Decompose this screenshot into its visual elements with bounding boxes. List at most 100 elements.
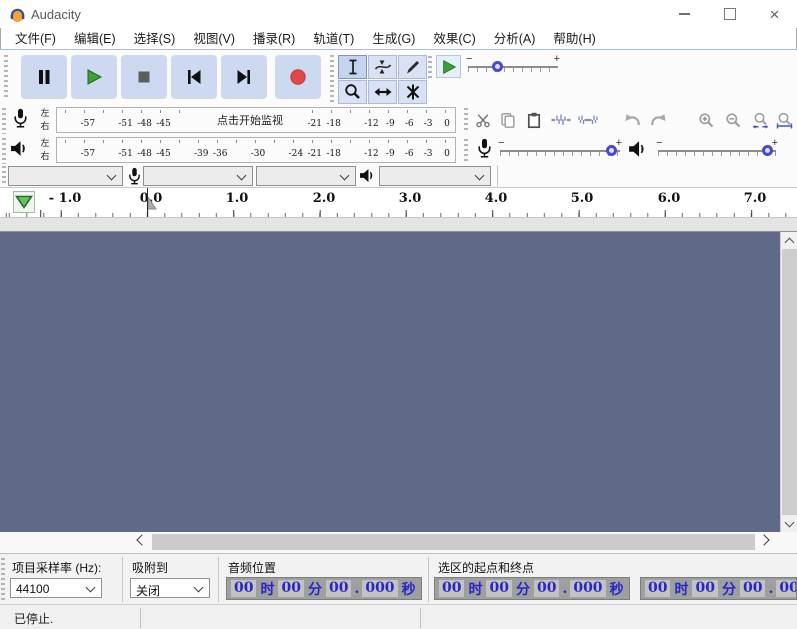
time-digit-cell[interactable]: 00	[439, 580, 464, 597]
window-title: Audacity	[31, 7, 81, 22]
monitor-overlay-text[interactable]: 点击开始监视	[192, 109, 307, 131]
menu-item-tracks[interactable]: 轨道(T)	[304, 29, 363, 49]
record-button[interactable]	[275, 55, 321, 99]
minimize-button[interactable]	[662, 0, 707, 28]
stop-button[interactable]	[121, 55, 167, 99]
time-digit-cell[interactable]: 000	[776, 580, 797, 597]
recording-channels-select[interactable]	[256, 166, 356, 186]
copy-button[interactable]	[496, 107, 520, 133]
time-digit-cell[interactable]: 00	[740, 580, 765, 597]
zoom-in-button[interactable]	[694, 107, 718, 133]
project-rate-select[interactable]: 44100	[10, 578, 102, 598]
zoom-tool-button[interactable]	[338, 80, 367, 104]
time-digit-cell[interactable]: 00	[692, 580, 717, 597]
zoom-out-button[interactable]	[721, 107, 745, 133]
horizontal-scrollbar[interactable]	[0, 532, 797, 553]
recording-meter[interactable]: -57 -51 -48 -45 -39 -36 -30 -24 -21 -18 …	[56, 107, 456, 133]
playback-volume-thumb[interactable]	[762, 145, 773, 156]
scroll-down-button[interactable]	[781, 515, 797, 532]
paste-button[interactable]	[522, 107, 546, 133]
speed-slider-thumb[interactable]	[492, 61, 503, 72]
time-format-dropdown[interactable]: ▾	[629, 578, 630, 599]
time-digit-cell[interactable]: 000	[570, 580, 605, 597]
recording-device-select[interactable]	[143, 166, 253, 186]
timeline-ruler[interactable]: - 1.0 0.0 1.0 2.0 3.0 4.0 5.0 6.0 7.0	[0, 188, 797, 217]
recording-volume-thumb[interactable]	[606, 145, 617, 156]
edit-toolbar-grip[interactable]	[464, 108, 468, 133]
menu-item-file[interactable]: 文件(F)	[6, 29, 65, 49]
time-digit-cell[interactable]: 000	[362, 580, 397, 597]
audio-host-select[interactable]	[8, 166, 123, 186]
time-digit-cell[interactable]: 00	[534, 580, 559, 597]
draw-tool-button[interactable]	[398, 55, 427, 79]
selection-tool-button[interactable]	[338, 55, 367, 79]
menu-item-help[interactable]: 帮助(H)	[544, 29, 604, 49]
playback-device-select[interactable]	[379, 166, 491, 186]
audio-position-field[interactable]: 00 时 00 分 00 . 000 秒 ▾	[226, 577, 422, 600]
playback-speed-slider[interactable]: − +	[466, 56, 560, 76]
menu-item-transport[interactable]: 播录(R)	[244, 29, 304, 49]
skip-to-start-button[interactable]	[171, 55, 217, 99]
recording-meter-grip[interactable]	[2, 108, 6, 134]
time-digit-cell[interactable]: 00	[326, 580, 351, 597]
menu-item-view[interactable]: 视图(V)	[184, 29, 244, 49]
scroll-right-button[interactable]	[758, 534, 769, 545]
zoom-to-selection-button[interactable]	[748, 107, 772, 133]
horizontal-scroll-thumb[interactable]	[152, 534, 755, 550]
toolbar-divider	[497, 165, 498, 187]
snap-to-select[interactable]: 关闭	[130, 578, 210, 598]
selection-toolbar-grip[interactable]	[1, 558, 5, 602]
menu-item-effect[interactable]: 效果(C)	[424, 29, 484, 49]
play-button[interactable]	[71, 55, 117, 99]
time-digit-cell[interactable]: 00	[231, 580, 256, 597]
asterisk-icon	[404, 83, 422, 101]
silence-selection-button[interactable]	[576, 107, 600, 133]
timeline-options-button[interactable]	[13, 191, 35, 213]
meter-tick: 0	[444, 119, 450, 129]
envelope-tool-button[interactable]	[368, 55, 397, 79]
menu-item-edit[interactable]: 编辑(E)	[65, 29, 125, 49]
time-digit-cell[interactable]: 00	[486, 580, 511, 597]
vertical-scroll-thumb[interactable]	[782, 249, 797, 515]
undo-button[interactable]	[620, 107, 644, 133]
scroll-left-button[interactable]	[136, 534, 147, 545]
menu-item-analyze[interactable]: 分析(A)	[485, 29, 545, 49]
selection-start-field[interactable]: 00 时 00 分 00 . 000 秒 ▾	[434, 577, 630, 600]
scroll-up-button[interactable]	[781, 232, 797, 249]
time-digit-cell[interactable]: 00	[645, 580, 670, 597]
playback-meter-grip[interactable]	[2, 138, 6, 164]
maximize-button[interactable]	[707, 0, 752, 28]
record-meter-mic-icon[interactable]	[13, 108, 28, 133]
play-at-speed-toolbar-grip[interactable]	[428, 56, 432, 78]
transport-toolbar-grip[interactable]	[4, 55, 8, 100]
mixer-toolbar-grip[interactable]	[464, 139, 468, 163]
zoom-in-icon	[698, 112, 715, 129]
zoom-fit-project-button[interactable]	[772, 107, 796, 133]
meter-tick: -57	[81, 149, 96, 159]
menu-item-generate[interactable]: 生成(G)	[363, 29, 424, 49]
tools-toolbar-grip[interactable]	[330, 55, 334, 104]
meter-tick: -21	[307, 149, 322, 159]
playback-volume-slider[interactable]: − +	[656, 140, 778, 160]
timeshift-tool-button[interactable]	[368, 80, 397, 104]
vertical-scrollbar[interactable]	[780, 232, 797, 532]
selection-end-field[interactable]: 00 时 00 分 00 . 000 秒	[640, 577, 797, 600]
multi-tool-button[interactable]	[398, 80, 427, 104]
time-digit-cell[interactable]: 00	[278, 580, 303, 597]
audacity-window: Audacity × 文件(F) 编辑(E) 选择(S) 视图(V) 播录(R)…	[0, 0, 797, 629]
device-toolbar-grip[interactable]	[2, 166, 6, 186]
meter-tick: -3	[424, 149, 433, 159]
playback-meter-speaker-icon[interactable]	[10, 140, 30, 162]
time-format-dropdown[interactable]: ▾	[421, 578, 422, 599]
track-canvas[interactable]	[0, 232, 797, 532]
playback-meter[interactable]: -57 -51 -48 -45 -39 -36 -30 -24 -21 -18 …	[56, 137, 456, 163]
skip-to-end-button[interactable]	[221, 55, 267, 99]
close-button[interactable]: ×	[752, 0, 797, 28]
cut-button[interactable]	[471, 107, 495, 133]
play-at-speed-button[interactable]	[436, 55, 461, 78]
recording-volume-slider[interactable]: − +	[498, 140, 622, 160]
redo-button[interactable]	[646, 107, 670, 133]
menu-item-select[interactable]: 选择(S)	[125, 29, 185, 49]
pause-button[interactable]	[21, 55, 67, 99]
trim-outside-selection-button[interactable]	[549, 107, 573, 133]
